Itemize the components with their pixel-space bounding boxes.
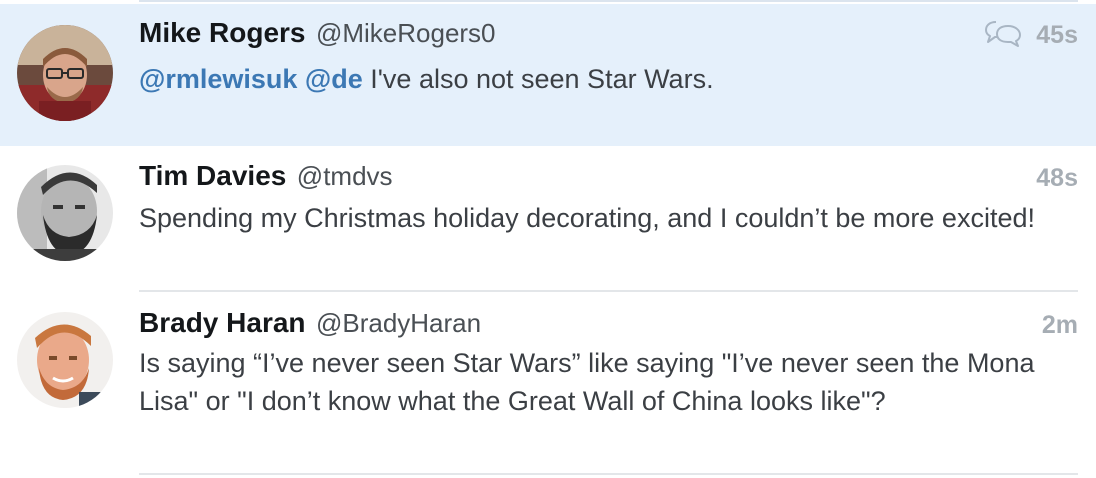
- avatar-tim-davies-image: [17, 165, 113, 261]
- tweet-text: Is saying “I’ve never seen Star Wars” li…: [139, 348, 1035, 416]
- user-handle[interactable]: @BradyHaran: [316, 308, 481, 338]
- tweet-text: @rmlewisuk @de I've also not seen Star W…: [139, 60, 1072, 98]
- tweet-header: Brady Haran @BradyHaran 2m: [139, 307, 1078, 343]
- avatar[interactable]: [17, 312, 113, 408]
- user-handle[interactable]: @MikeRogers0: [316, 18, 496, 48]
- timestamp[interactable]: 48s: [1036, 164, 1078, 193]
- display-name[interactable]: Brady Haran: [139, 307, 306, 338]
- tweet-item[interactable]: Brady Haran @BradyHaran 2m Is saying “I’…: [0, 292, 1096, 475]
- conversation-icon[interactable]: [984, 19, 1022, 47]
- avatar-brady-haran-image: [17, 312, 113, 408]
- avatar[interactable]: [17, 165, 113, 261]
- divider: [139, 473, 1078, 475]
- timestamp[interactable]: 45s: [1036, 21, 1078, 50]
- tweet-timeline: Mike Rogers @MikeRogers0 45s @rmlewisuk …: [0, 0, 1096, 478]
- tweet-text: Spending my Christmas holiday decorating…: [139, 203, 1035, 233]
- tweet-body-text: I've also not seen Star Wars.: [370, 64, 714, 94]
- mention-link[interactable]: @rmlewisuk: [139, 64, 297, 94]
- tweet-header: Tim Davies @tmdvs 48s: [139, 160, 1078, 196]
- display-name[interactable]: Mike Rogers: [139, 17, 306, 48]
- user-handle[interactable]: @tmdvs: [297, 161, 393, 191]
- tweet-item[interactable]: Tim Davies @tmdvs 48s Spending my Christ…: [0, 146, 1096, 292]
- tweet-item[interactable]: Mike Rogers @MikeRogers0 45s @rmlewisuk …: [0, 4, 1096, 146]
- mention-link[interactable]: @de: [305, 64, 363, 94]
- divider: [139, 0, 1078, 2]
- timestamp[interactable]: 2m: [1042, 311, 1078, 340]
- display-name[interactable]: Tim Davies: [139, 160, 286, 191]
- avatar-mike-rogers-image: [17, 25, 113, 121]
- avatar[interactable]: [17, 25, 113, 121]
- tweet-header: Mike Rogers @MikeRogers0 45s: [139, 17, 1078, 53]
